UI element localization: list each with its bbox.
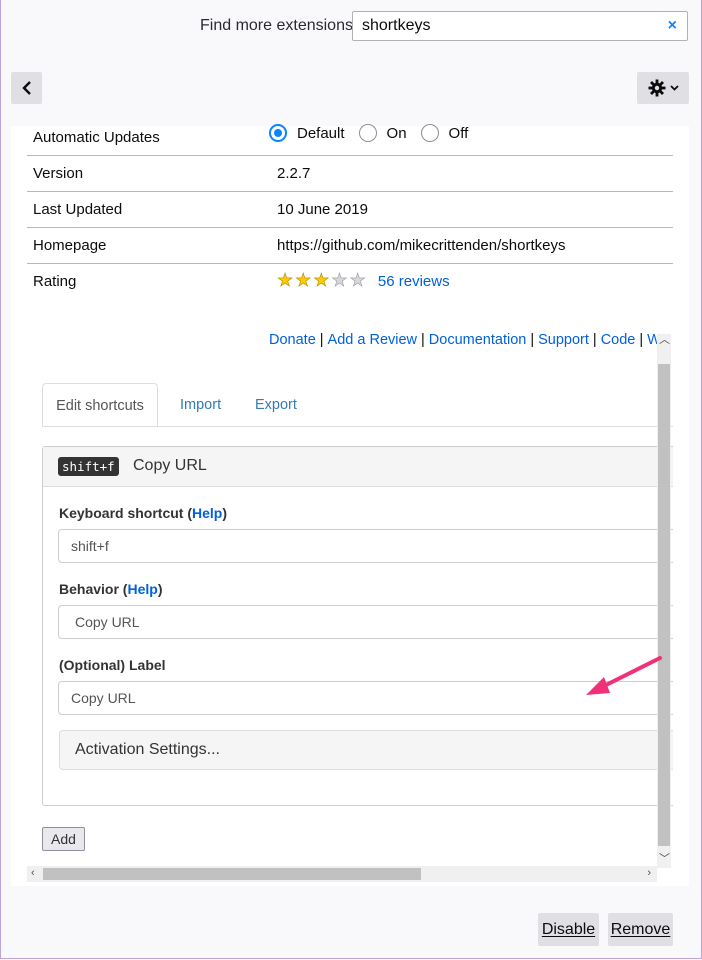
optional-label-label: (Optional) Label (59, 657, 166, 673)
detail-key: Last Updated (33, 201, 123, 218)
star-empty-icon: ★ (331, 270, 348, 290)
updates-radio-group: Default On Off (269, 124, 482, 142)
rating-stars: ★ ★ ★ ★ ★ 56 reviews (277, 271, 450, 290)
back-button[interactable] (11, 72, 42, 104)
shortcut-panel-header[interactable]: shift+f Copy URL (43, 447, 673, 487)
reviews-link[interactable]: 56 reviews (378, 273, 450, 290)
horizontal-scrollbar[interactable]: ‹ › (27, 866, 657, 882)
detail-value: 10 June 2019 (277, 201, 368, 218)
radio-default[interactable]: Default (269, 124, 345, 142)
activation-settings-label: Activation Settings... (75, 741, 220, 758)
star-full-icon: ★ (313, 270, 330, 290)
tab-edit-shortcuts[interactable]: Edit shortcuts (42, 383, 158, 427)
optional-label-input[interactable] (71, 690, 631, 706)
detail-value: 2.2.7 (277, 165, 311, 182)
behavior-label: Behavior (Help) (59, 581, 162, 597)
find-more-label: Find more extensions (200, 17, 353, 34)
remove-button[interactable]: Remove (608, 913, 673, 946)
label-text: Behavior ( (59, 581, 128, 597)
detail-key: Homepage (33, 237, 107, 254)
scroll-up-icon[interactable]: ︿ (659, 331, 670, 347)
label-text: ) (157, 581, 163, 597)
behavior-select[interactable]: Copy URL (58, 605, 673, 639)
search-input[interactable] (362, 16, 652, 36)
activation-settings-toggle[interactable]: Activation Settings... (59, 730, 673, 770)
radio-label: Default (297, 124, 345, 142)
clear-search-icon[interactable]: × (668, 17, 677, 35)
radio-label: Off (448, 124, 469, 142)
addon-details-card: Automatic Updates Default On Off Version… (11, 124, 689, 886)
scrollbar-thumb[interactable] (43, 868, 421, 880)
help-link[interactable]: Help (127, 581, 157, 597)
chevron-down-icon (669, 85, 679, 91)
radio-on[interactable]: On (358, 124, 407, 142)
detail-key: Version (33, 165, 84, 182)
detail-row-version: Version 2.2.7 (27, 156, 673, 192)
radio-selected-icon[interactable] (269, 124, 287, 142)
radio-unselected-icon[interactable] (420, 124, 439, 142)
detail-key: Rating (33, 273, 77, 290)
optional-label-field[interactable] (58, 681, 673, 715)
scroll-down-icon[interactable]: ﹀ (659, 850, 670, 866)
detail-row-homepage: Homepage https://github.com/mikecrittend… (27, 228, 673, 264)
key-badge: shift+f (58, 457, 119, 476)
label-text: Keyboard shortcut ( (59, 505, 193, 521)
keyboard-shortcut-input[interactable] (71, 538, 631, 554)
stars-container: ★ ★ ★ ★ ★ (277, 270, 368, 290)
star-empty-icon: ★ (349, 270, 366, 290)
tools-menu-button[interactable] (637, 72, 689, 104)
gear-icon (648, 79, 665, 97)
radio-label: On (386, 124, 407, 142)
radio-off[interactable]: Off (420, 124, 469, 142)
tabs-divider (42, 426, 673, 427)
radio-unselected-icon[interactable] (358, 124, 377, 142)
vertical-scrollbar[interactable]: ︿ ﹀ (657, 334, 671, 868)
scroll-left-icon[interactable]: ‹ (31, 867, 35, 879)
search-box[interactable]: × (352, 11, 688, 41)
detail-row-updates: Automatic Updates Default On Off (27, 120, 673, 156)
behavior-selected-value: Copy URL (75, 614, 140, 630)
disable-label: Disable (541, 921, 596, 938)
options-frame: Edit shortcuts Import Export shift+f Cop… (27, 346, 673, 868)
annotation-arrow-icon (586, 656, 662, 695)
homepage-link[interactable]: https://github.com/mikecrittenden/shortk… (277, 237, 565, 254)
keyboard-shortcut-field[interactable] (58, 529, 673, 563)
shortcut-title: Copy URL (133, 457, 207, 474)
help-link[interactable]: Help (192, 505, 222, 521)
scrollbar-thumb[interactable] (658, 364, 670, 846)
detail-row-last-updated: Last Updated 10 June 2019 (27, 192, 673, 228)
label-text: ) (222, 505, 228, 521)
scroll-right-icon[interactable]: › (647, 867, 651, 879)
add-shortcut-button[interactable]: Add (42, 827, 85, 851)
detail-key: Automatic Updates (33, 129, 160, 146)
chevron-left-icon (21, 81, 31, 95)
star-full-icon: ★ (295, 270, 312, 290)
keyboard-shortcut-label: Keyboard shortcut (Help) (59, 505, 227, 521)
shortcut-panel: shift+f Copy URL Keyboard shortcut (Help… (42, 446, 673, 806)
remove-label: Remove (610, 921, 671, 938)
tab-import[interactable]: Import (180, 383, 221, 427)
disable-button[interactable]: Disable (538, 913, 599, 946)
header-bar: Find more extensions × (0, 0, 702, 62)
tab-export[interactable]: Export (255, 383, 297, 427)
star-full-icon: ★ (277, 270, 294, 290)
detail-row-rating: Rating ★ ★ ★ ★ ★ 56 reviews (27, 264, 673, 300)
